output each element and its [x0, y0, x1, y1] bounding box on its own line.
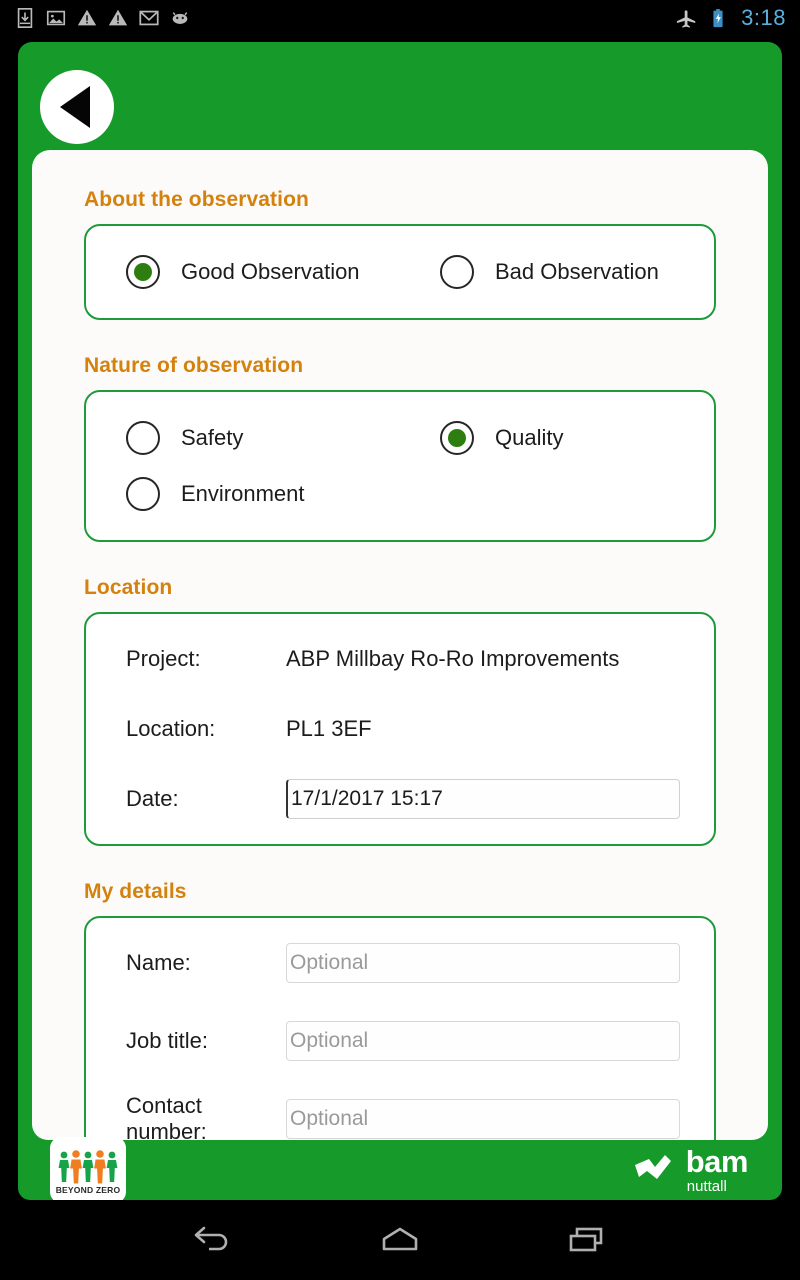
job-title-row: Job title: — [86, 1014, 714, 1068]
bam-subname: nuttall — [686, 1178, 727, 1195]
status-bar: 3:18 — [0, 0, 800, 36]
radio-option-good-observation[interactable]: Good Observation — [86, 244, 400, 300]
location-row: Location: PL1 3EF — [86, 702, 714, 756]
location-group: Project: ABP Millbay Ro-Ro Improvements … — [84, 612, 716, 846]
name-input[interactable] — [286, 943, 680, 983]
about-observation-radio-group: Good Observation Bad Observation — [86, 244, 714, 300]
app-green-shell: About the observation Good Observation B… — [18, 42, 782, 1200]
app-header — [18, 42, 782, 150]
gmail-icon — [139, 10, 159, 26]
radio-label: Good Observation — [181, 259, 360, 284]
radio-unselected-icon — [126, 421, 160, 455]
section-title-nature-of-observation: Nature of observation — [84, 354, 304, 377]
radio-option-environment[interactable]: Environment — [86, 466, 714, 522]
about-observation-group: Good Observation Bad Observation — [84, 224, 716, 320]
android-device-screen: 3:18 About the observation Good Observat… — [0, 0, 800, 1280]
nature-observation-radio-group: Safety Quality Environment — [86, 410, 714, 522]
beyond-zero-logo: BEYOND ZERO — [50, 1137, 126, 1200]
date-row: Date: — [86, 772, 714, 826]
app-container: About the observation Good Observation B… — [0, 36, 800, 1200]
bam-name: bam — [685, 1144, 749, 1179]
section-title-about-observation: About the observation — [84, 188, 309, 211]
warning-icon — [77, 9, 97, 26]
project-label: Project: — [126, 646, 201, 671]
download-icon — [17, 8, 33, 28]
project-value: ABP Millbay Ro-Ro Improvements — [286, 646, 620, 671]
beyond-zero-people-icon — [58, 1148, 118, 1184]
back-button[interactable] — [40, 70, 114, 144]
nav-recents-button[interactable] — [552, 1212, 622, 1268]
bam-wordmark: bam nuttall — [685, 1144, 749, 1195]
radio-unselected-icon — [440, 255, 474, 289]
nature-of-observation-group: Safety Quality Environment — [84, 390, 716, 542]
project-row: Project: ABP Millbay Ro-Ro Improvements — [86, 632, 714, 686]
warning-icon — [108, 9, 128, 26]
status-bar-notifications — [14, 7, 676, 29]
job-title-label: Job title: — [126, 1028, 208, 1053]
name-label: Name: — [126, 950, 191, 975]
name-row: Name: — [86, 936, 714, 990]
radio-label: Environment — [181, 481, 305, 506]
contact-number-label: Contact number: — [126, 1093, 207, 1140]
beyond-zero-text: BEYOND ZERO — [55, 1184, 121, 1195]
image-icon — [46, 10, 66, 26]
location-label: Location: — [126, 716, 216, 741]
airplane-mode-icon — [677, 10, 696, 28]
radio-unselected-icon — [126, 477, 160, 511]
location-value: PL1 3EF — [286, 716, 372, 741]
my-details-group: Name: Job title: Contact number: — [84, 916, 716, 1140]
radio-option-bad-observation[interactable]: Bad Observation — [400, 244, 714, 300]
radio-selected-icon — [440, 421, 474, 455]
radio-option-quality[interactable]: Quality — [400, 410, 714, 466]
job-title-input[interactable] — [286, 1021, 680, 1061]
form-scroll-area[interactable]: About the observation Good Observation B… — [32, 150, 768, 1140]
android-icon — [172, 12, 188, 24]
status-bar-clock: 3:18 — [741, 5, 786, 30]
radio-label: Quality — [495, 425, 564, 450]
app-footer: BEYOND ZERO bam nuttall — [18, 1137, 782, 1200]
section-title-location: Location — [84, 576, 173, 599]
contact-number-input[interactable] — [286, 1099, 680, 1139]
form-content-card: About the observation Good Observation B… — [32, 150, 768, 1140]
recents-nav-icon — [569, 1227, 602, 1252]
battery-charging-icon — [713, 9, 723, 28]
nav-home-button[interactable] — [365, 1212, 435, 1268]
section-title-my-details: My details — [84, 880, 187, 903]
radio-selected-icon — [126, 255, 160, 289]
status-bar-system: 3:18 — [676, 7, 786, 29]
date-input[interactable] — [286, 779, 680, 819]
contact-number-row: Contact number: — [86, 1092, 714, 1140]
bam-mark-icon — [634, 1155, 671, 1179]
nav-back-button[interactable] — [178, 1212, 248, 1268]
back-nav-icon — [195, 1226, 228, 1251]
home-nav-icon — [382, 1227, 418, 1251]
back-arrow-icon — [60, 86, 90, 128]
date-label: Date: — [126, 786, 179, 811]
radio-label: Bad Observation — [495, 259, 659, 284]
android-navigation-bar — [0, 1200, 800, 1280]
bam-nuttall-logo: bam nuttall — [633, 1144, 749, 1195]
radio-option-safety[interactable]: Safety — [86, 410, 400, 466]
radio-label: Safety — [181, 425, 244, 450]
